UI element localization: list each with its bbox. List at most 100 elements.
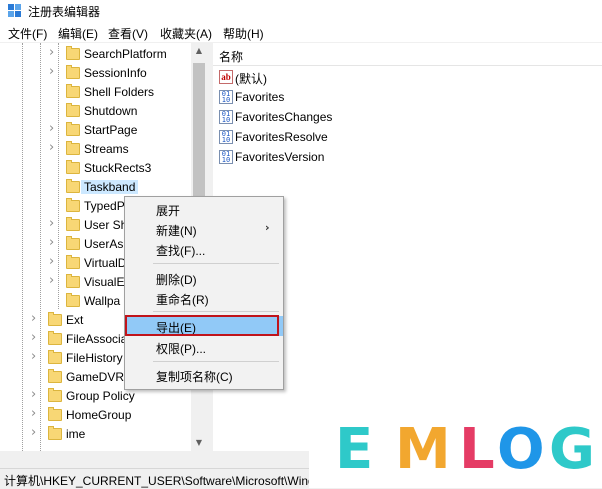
binary-value-icon: 01 10 xyxy=(219,130,233,144)
tree-item-label: Wallpa xyxy=(84,294,121,308)
title-bar: 注册表编辑器 xyxy=(0,0,602,22)
tree-item-label: Streams xyxy=(84,142,129,156)
expand-chevron-icon[interactable]: › xyxy=(49,64,54,79)
tree-item-label: StuckRects3 xyxy=(84,161,152,175)
expand-chevron-icon[interactable]: › xyxy=(31,330,36,345)
folder-icon xyxy=(66,198,80,212)
tree-horizontal-scrollbar[interactable] xyxy=(0,451,309,468)
tree-item-label: HomeGroup xyxy=(66,408,132,422)
menu-item-expand-label: 展开 xyxy=(156,204,181,218)
emlog-watermark: E M L O G xyxy=(309,418,602,488)
menu-item-copy-key-name-label: 复制项名称(C) xyxy=(156,370,233,384)
tree-item[interactable]: Taskband xyxy=(0,178,207,197)
column-header-name[interactable]: 名称 xyxy=(213,43,602,66)
tree-item[interactable]: Shell Folders xyxy=(0,83,207,102)
folder-icon xyxy=(66,217,80,231)
expand-chevron-icon[interactable]: › xyxy=(49,140,54,155)
tree-item[interactable]: › SearchPlatform xyxy=(0,45,207,64)
menu-item-new[interactable]: 新建(N) › xyxy=(125,219,283,239)
tree-item-label: Shell Folders xyxy=(84,85,155,99)
folder-icon xyxy=(66,293,80,307)
menu-separator xyxy=(153,361,279,362)
expand-chevron-icon[interactable]: › xyxy=(49,121,54,136)
value-name: FavoritesVersion xyxy=(235,150,325,164)
tree-item[interactable]: › SessionInfo xyxy=(0,64,207,83)
expand-chevron-icon[interactable]: › xyxy=(31,349,36,364)
folder-icon xyxy=(66,274,80,288)
tree-item[interactable]: › HomeGroup xyxy=(0,406,207,425)
menu-item-expand[interactable]: 展开 xyxy=(125,199,283,219)
column-header-label: 名称 xyxy=(219,50,244,64)
expand-chevron-icon[interactable]: › xyxy=(49,254,54,269)
tree-item-label: UserAs xyxy=(84,237,124,251)
folder-icon xyxy=(48,350,62,364)
folder-icon xyxy=(66,122,80,136)
tree-item[interactable]: Shutdown xyxy=(0,102,207,121)
tree-item[interactable]: › StartPage xyxy=(0,121,207,140)
tree-item-label: VirtualD xyxy=(84,256,127,270)
value-name: FavoritesResolve xyxy=(235,130,328,144)
expand-chevron-icon[interactable]: › xyxy=(31,311,36,326)
tree-item-label: Ext xyxy=(66,313,84,327)
expand-chevron-icon[interactable]: › xyxy=(31,387,36,402)
expand-chevron-icon[interactable]: › xyxy=(49,45,54,60)
watermark-letter: L xyxy=(459,417,495,482)
menu-view[interactable]: 查看(V) xyxy=(108,25,148,42)
tree-item-label: VisualE xyxy=(84,275,125,289)
menu-item-copy-key-name[interactable]: 复制项名称(C) xyxy=(125,365,283,385)
menu-file[interactable]: 文件(F) xyxy=(8,25,47,42)
expand-chevron-icon[interactable]: › xyxy=(31,425,36,440)
folder-icon xyxy=(48,312,62,326)
window-title: 注册表编辑器 xyxy=(28,5,101,19)
tree-item-label: GameDVR xyxy=(66,370,125,384)
watermark-letter: E xyxy=(335,417,374,482)
tree-item-label: StartPage xyxy=(84,123,138,137)
folder-icon xyxy=(66,46,80,60)
tree-item[interactable]: › Streams xyxy=(0,140,207,159)
submenu-arrow-icon: › xyxy=(265,221,270,234)
string-value-icon: ab xyxy=(219,70,233,84)
tree-item[interactable]: StuckRects3 xyxy=(0,159,207,178)
menu-item-rename-label: 重命名(R) xyxy=(156,293,209,307)
folder-icon xyxy=(48,331,62,345)
tree-item-label: TypedP xyxy=(84,199,125,213)
folder-icon xyxy=(48,388,62,402)
menu-favorites[interactable]: 收藏夹(A) xyxy=(160,25,212,42)
tree-item[interactable]: › ime xyxy=(0,425,207,444)
scroll-up-arrow-icon[interactable]: ▲ xyxy=(191,43,207,59)
folder-icon xyxy=(66,65,80,79)
folder-icon xyxy=(48,369,62,383)
menu-item-rename[interactable]: 重命名(R) xyxy=(125,288,283,308)
menu-separator xyxy=(153,263,279,264)
scroll-down-arrow-icon[interactable]: ▼ xyxy=(191,435,207,451)
menu-separator xyxy=(153,311,279,312)
expand-chevron-icon[interactable]: › xyxy=(49,235,54,250)
context-menu: 展开 新建(N) › 查找(F)... 删除(D) 重命名(R) 导出(E) 权限… xyxy=(124,196,284,390)
expand-chevron-icon[interactable]: › xyxy=(49,216,54,231)
registry-editor-icon xyxy=(8,4,21,17)
menu-item-permissions-label: 权限(P)... xyxy=(156,342,206,356)
tree-item-label: Group Policy xyxy=(66,389,135,403)
menu-item-find[interactable]: 查找(F)... xyxy=(125,239,283,259)
folder-icon xyxy=(48,407,62,421)
value-name: (默认) xyxy=(235,72,267,86)
expand-chevron-icon[interactable]: › xyxy=(31,406,36,421)
watermark-letter: O xyxy=(497,417,545,482)
tree-item-label: SearchPlatform xyxy=(84,47,167,61)
menu-item-permissions[interactable]: 权限(P)... xyxy=(125,337,283,357)
folder-icon xyxy=(66,84,80,98)
menu-bar: 文件(F) 编辑(E) 查看(V) 收藏夹(A) 帮助(H) xyxy=(0,22,602,42)
folder-icon xyxy=(66,255,80,269)
tree-item-label: FileHistory xyxy=(66,351,123,365)
folder-icon xyxy=(66,103,80,117)
watermark-letter: G xyxy=(549,417,595,482)
value-name: FavoritesChanges xyxy=(235,110,333,124)
expand-chevron-icon[interactable]: › xyxy=(49,273,54,288)
menu-item-delete[interactable]: 删除(D) xyxy=(125,268,283,288)
menu-edit[interactable]: 编辑(E) xyxy=(58,25,98,42)
folder-icon xyxy=(66,179,80,193)
folder-icon xyxy=(66,160,80,174)
menu-help[interactable]: 帮助(H) xyxy=(223,25,264,42)
menu-item-find-label: 查找(F)... xyxy=(156,244,206,258)
menu-item-new-label: 新建(N) xyxy=(156,224,197,238)
